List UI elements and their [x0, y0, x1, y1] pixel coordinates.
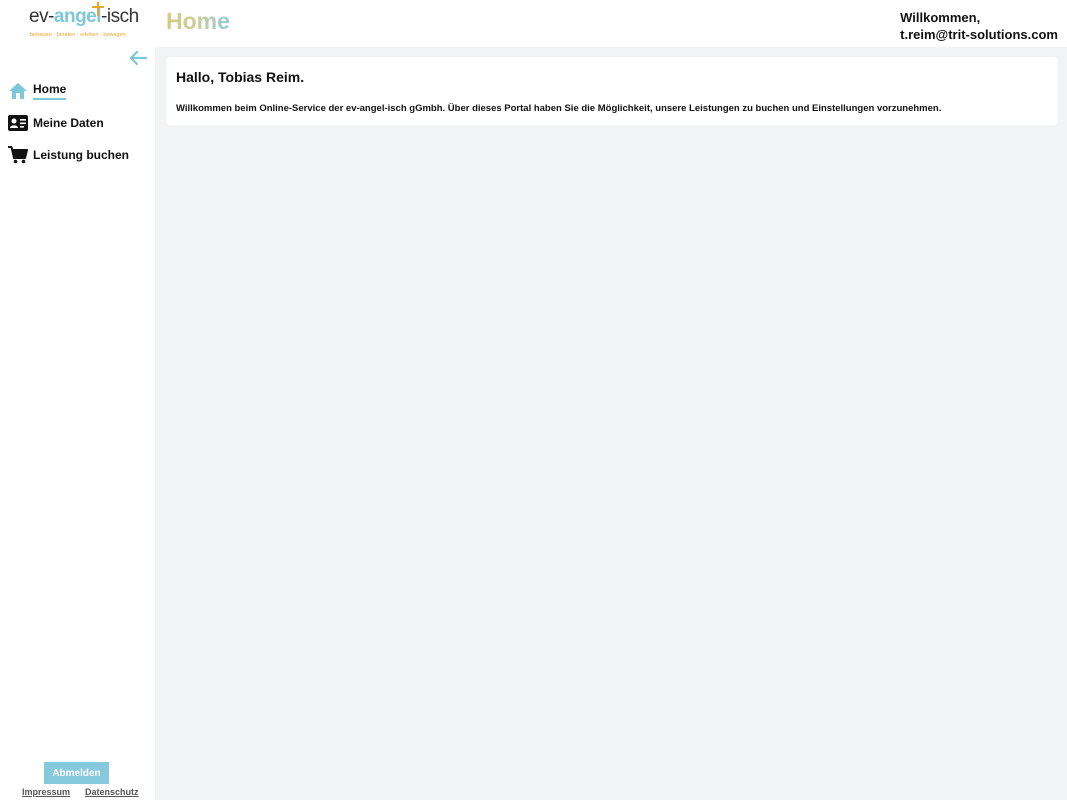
datenschutz-link[interactable]: Datenschutz — [85, 787, 139, 797]
cross-icon — [92, 2, 104, 16]
welcome-card: Hallo, Tobias Reim. Willkommen beim Onli… — [166, 57, 1058, 125]
logo-wordmark: ev-angel-isch — [29, 6, 139, 27]
welcome-label: Willkommen, — [900, 10, 981, 25]
sidebar-item-label: Meine Daten — [33, 116, 104, 130]
user-email: t.reim@trit-solutions.com — [900, 27, 1058, 42]
home-icon — [8, 81, 28, 101]
app-window: ev-angel-isch betreuen · beraten · erleb… — [0, 0, 1067, 800]
cart-icon — [8, 145, 28, 165]
sidebar-item-home[interactable]: Home — [0, 75, 155, 107]
impressum-link[interactable]: Impressum — [22, 787, 70, 797]
brand-logo[interactable]: ev-angel-isch betreuen · beraten · erleb… — [29, 2, 139, 42]
page-title: Home — [166, 8, 230, 34]
footer-links: Impressum Datenschutz — [22, 787, 139, 797]
id-card-icon — [8, 113, 28, 133]
greeting-heading: Hallo, Tobias Reim. — [176, 69, 305, 85]
sidebar-item-label: Home — [33, 82, 67, 100]
sidebar-item-label: Leistung buchen — [33, 148, 129, 162]
collapse-sidebar-button[interactable] — [128, 49, 148, 67]
sidebar-nav: Home Meine Daten Leistung buchen — [0, 75, 155, 171]
sidebar-item-leistung-buchen[interactable]: Leistung buchen — [0, 139, 155, 171]
sidebar-item-meine-daten[interactable]: Meine Daten — [0, 107, 155, 139]
welcome-user: Willkommen, t.reim@trit-solutions.com — [900, 9, 1058, 43]
intro-text: Willkommen beim Online-Service der ev-an… — [176, 103, 942, 114]
top-header: ev-angel-isch betreuen · beraten · erleb… — [0, 0, 1067, 47]
sidebar: Home Meine Daten Leistung buchen Abmelde… — [0, 47, 155, 800]
arrow-left-icon — [129, 50, 148, 66]
logout-button[interactable]: Abmelden — [44, 762, 109, 784]
logo-tagline: betreuen · beraten · erleben · bewegen — [30, 32, 126, 38]
